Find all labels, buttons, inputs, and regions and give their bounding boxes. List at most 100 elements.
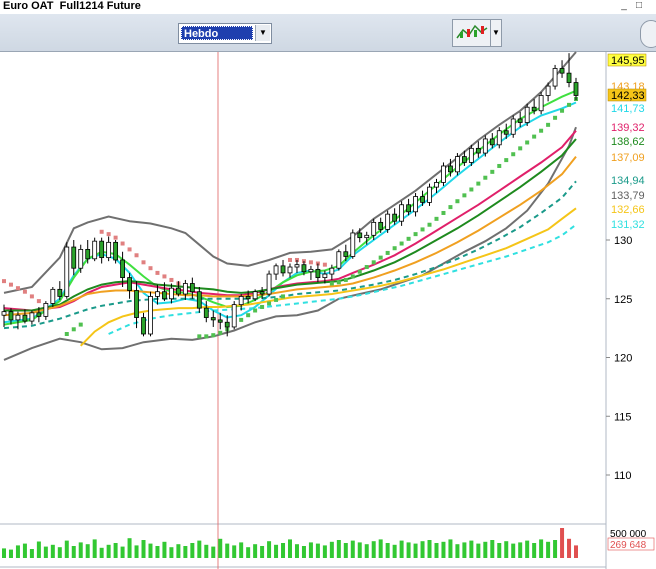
sar-point [294, 257, 299, 262]
sar-point [148, 266, 153, 271]
volume-bar [518, 542, 523, 558]
volume-bar [315, 543, 320, 558]
volume-last-box [607, 537, 655, 551]
candle-body [134, 290, 139, 318]
chevron-down-icon[interactable]: ▼ [255, 25, 270, 41]
chart-type-button[interactable]: ▼ [452, 19, 502, 47]
price-label: 132,66 [611, 204, 645, 216]
sar-point [329, 281, 334, 286]
sar-point [197, 334, 202, 339]
chevron-down-icon[interactable]: ▼ [490, 20, 501, 46]
sar-point [106, 232, 111, 237]
sar-point [567, 102, 572, 107]
sar-point [15, 286, 20, 291]
candle-body [531, 106, 537, 112]
sar-point [343, 277, 348, 282]
sar-point [99, 229, 104, 234]
sar-point [399, 241, 404, 246]
candle-body [378, 221, 384, 230]
candle-body [15, 314, 21, 321]
plot-area [0, 52, 606, 524]
candle-body [36, 312, 42, 317]
volume-bar [483, 541, 488, 558]
sar-point [301, 259, 306, 264]
candle-body [175, 287, 181, 295]
volume-bar [406, 542, 411, 558]
candle-body [43, 303, 49, 317]
volume-bar [448, 539, 453, 558]
candle-body [155, 291, 160, 297]
sar-point [8, 282, 13, 287]
side-button[interactable] [640, 20, 656, 48]
candle-body [441, 165, 446, 183]
candle-body [71, 246, 77, 269]
candle-body [510, 118, 516, 135]
price-label-box [608, 203, 646, 215]
volume-bar [288, 539, 292, 558]
candle-body [552, 68, 558, 87]
volume-bar [385, 543, 390, 558]
sar-point [141, 260, 146, 265]
volume-bar [99, 547, 104, 558]
candle-body [392, 213, 398, 222]
series-line-ma_green_light-3 [3, 89, 577, 326]
candle-body [468, 147, 474, 163]
candle-body [566, 72, 572, 83]
sar-point [511, 152, 516, 157]
candle-body [385, 213, 391, 230]
volume-bar [281, 543, 286, 558]
candle-body [399, 204, 405, 222]
y-tick-label: 130 [614, 235, 632, 247]
volume-bar [413, 543, 418, 558]
sar-point [78, 322, 83, 327]
candle-body [85, 248, 91, 260]
volume-bar [371, 541, 376, 558]
sar-point [211, 333, 216, 338]
period-select[interactable]: Hebdo ▼ [178, 23, 272, 44]
candle-body [545, 85, 551, 96]
y-tick-label: 125 [614, 294, 632, 306]
volume-bar [155, 546, 160, 558]
sar-point [232, 322, 237, 327]
y-tick-label: 120 [614, 353, 632, 365]
candle-body [266, 273, 272, 295]
volume-bar [239, 542, 244, 558]
volume-bar [329, 541, 334, 558]
series-line-bollinger-0 [3, 51, 577, 294]
price-label: 143,18 [611, 81, 645, 93]
sar-point [427, 222, 432, 227]
maximize-icon[interactable]: □ [632, 0, 646, 12]
candle-body [301, 264, 307, 273]
volume-bar [364, 544, 369, 558]
minimize-icon[interactable]: _ [617, 0, 631, 12]
price-chart[interactable]: 110 115 120 125 130 145,95 143,18142,33141,73… [0, 0, 656, 569]
volume-bar [301, 546, 306, 558]
volume-bar [553, 540, 558, 558]
price-label-box [608, 151, 646, 163]
series-line-ma_teal_dash-7 [3, 180, 577, 330]
sar-point [71, 327, 76, 332]
candle-body [22, 314, 28, 322]
price-label: 137,09 [611, 152, 645, 164]
volume-bar [434, 543, 439, 558]
sar-point [281, 294, 286, 299]
volume-bar [225, 543, 230, 558]
volume-bar [357, 542, 362, 558]
sar-point [385, 250, 390, 255]
price-label-box [608, 102, 646, 114]
volume-bar [567, 538, 572, 558]
price-label: 138,62 [611, 136, 645, 148]
candle-body [308, 268, 314, 273]
sar-point [64, 332, 69, 336]
sar-point [29, 294, 34, 299]
candle-body [217, 319, 223, 323]
candle-body [1, 311, 7, 316]
sar-point [274, 297, 279, 302]
candle-body [559, 68, 565, 74]
candle-body [413, 196, 418, 213]
volume-bar [197, 540, 202, 558]
sar-point [504, 158, 509, 163]
volume-bar [43, 546, 48, 558]
candle-body [322, 273, 328, 279]
volume-bar [176, 544, 181, 558]
